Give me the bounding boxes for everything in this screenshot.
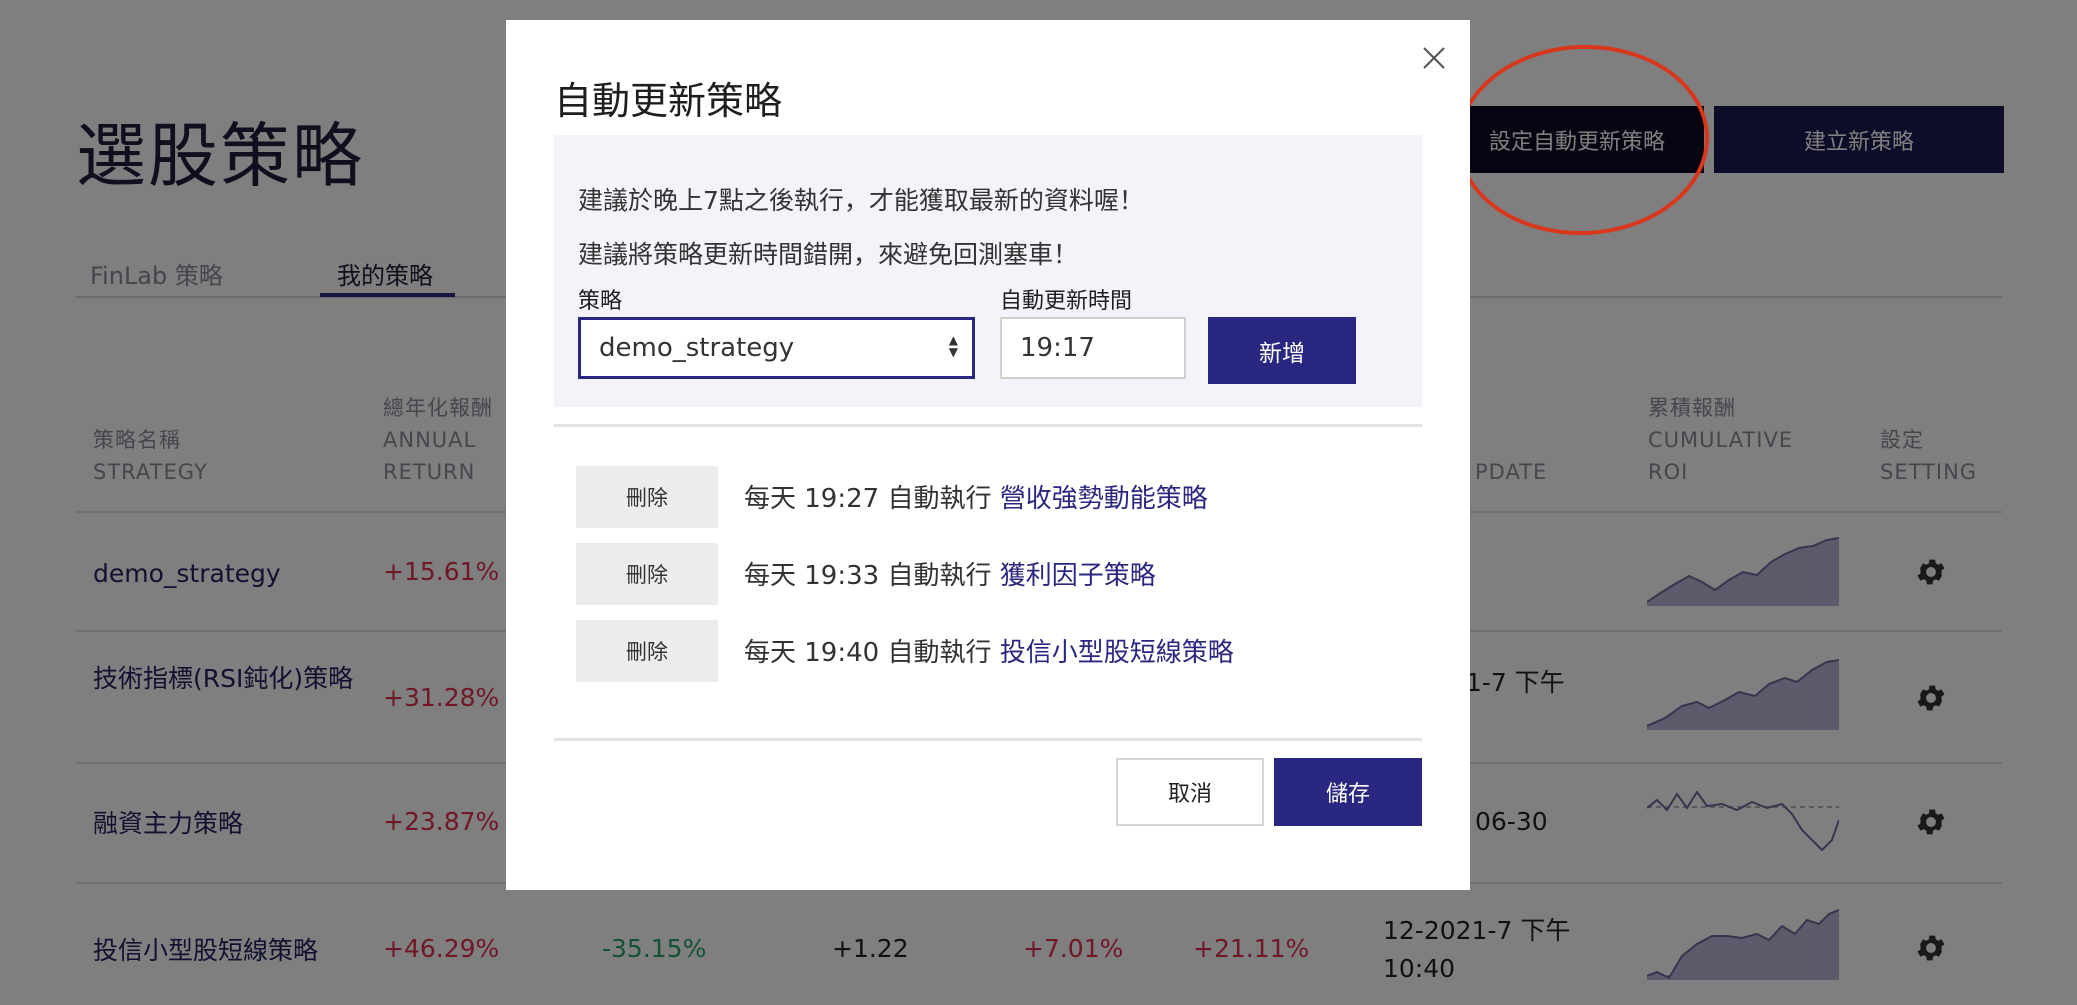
schedule-strategy-link[interactable]: 投信小型股短線策略 xyxy=(1000,638,1234,668)
update-time-input[interactable]: 19:17 xyxy=(1000,317,1186,379)
delete-schedule-button[interactable]: 刪除 xyxy=(576,466,718,528)
strategy-select-value: demo_strategy xyxy=(599,333,795,363)
tip-text: 建議將策略更新時間錯開，來避免回測塞車！ xyxy=(578,240,1079,269)
auto-update-modal: 自動更新策略 建議於晚上7點之後執行，才能獲取最新的資料喔！ 建議將策略更新時間… xyxy=(506,20,1470,890)
delete-schedule-button[interactable]: 刪除 xyxy=(576,620,718,682)
section-divider xyxy=(554,424,1422,427)
delete-schedule-button[interactable]: 刪除 xyxy=(576,543,718,605)
schedule-item: 刪除 每天 19:33 自動執行 獲利因子策略 xyxy=(576,543,1376,605)
strategy-select[interactable]: demo_strategy ▲ ▼ xyxy=(578,317,975,379)
schedule-form-panel: 建議於晚上7點之後執行，才能獲取最新的資料喔！ 建議將策略更新時間錯開，來避免回… xyxy=(554,135,1422,407)
schedule-text: 每天 19:40 自動執行 投信小型股短線策略 xyxy=(744,638,1234,668)
tip-text: 建議於晚上7點之後執行，才能獲取最新的資料喔！ xyxy=(578,186,1144,215)
select-arrows-icon: ▲ ▼ xyxy=(948,333,958,359)
schedule-strategy-link[interactable]: 獲利因子策略 xyxy=(1000,561,1156,591)
close-icon[interactable] xyxy=(1416,40,1452,76)
schedule-text: 每天 19:27 自動執行 營收強勢動能策略 xyxy=(744,484,1208,514)
modal-title: 自動更新策略 xyxy=(554,79,783,123)
update-time-label: 自動更新時間 xyxy=(1000,289,1133,314)
strategy-label: 策略 xyxy=(578,289,623,314)
add-schedule-button[interactable]: 新增 xyxy=(1208,317,1356,384)
schedule-item: 刪除 每天 19:27 自動執行 營收強勢動能策略 xyxy=(576,466,1376,528)
schedule-text: 每天 19:33 自動執行 獲利因子策略 xyxy=(744,561,1156,591)
cancel-button[interactable]: 取消 xyxy=(1116,758,1264,826)
schedule-item: 刪除 每天 19:40 自動執行 投信小型股短線策略 xyxy=(576,620,1376,682)
save-button[interactable]: 儲存 xyxy=(1274,758,1422,826)
section-divider xyxy=(554,738,1422,741)
schedule-strategy-link[interactable]: 營收強勢動能策略 xyxy=(1000,484,1208,514)
